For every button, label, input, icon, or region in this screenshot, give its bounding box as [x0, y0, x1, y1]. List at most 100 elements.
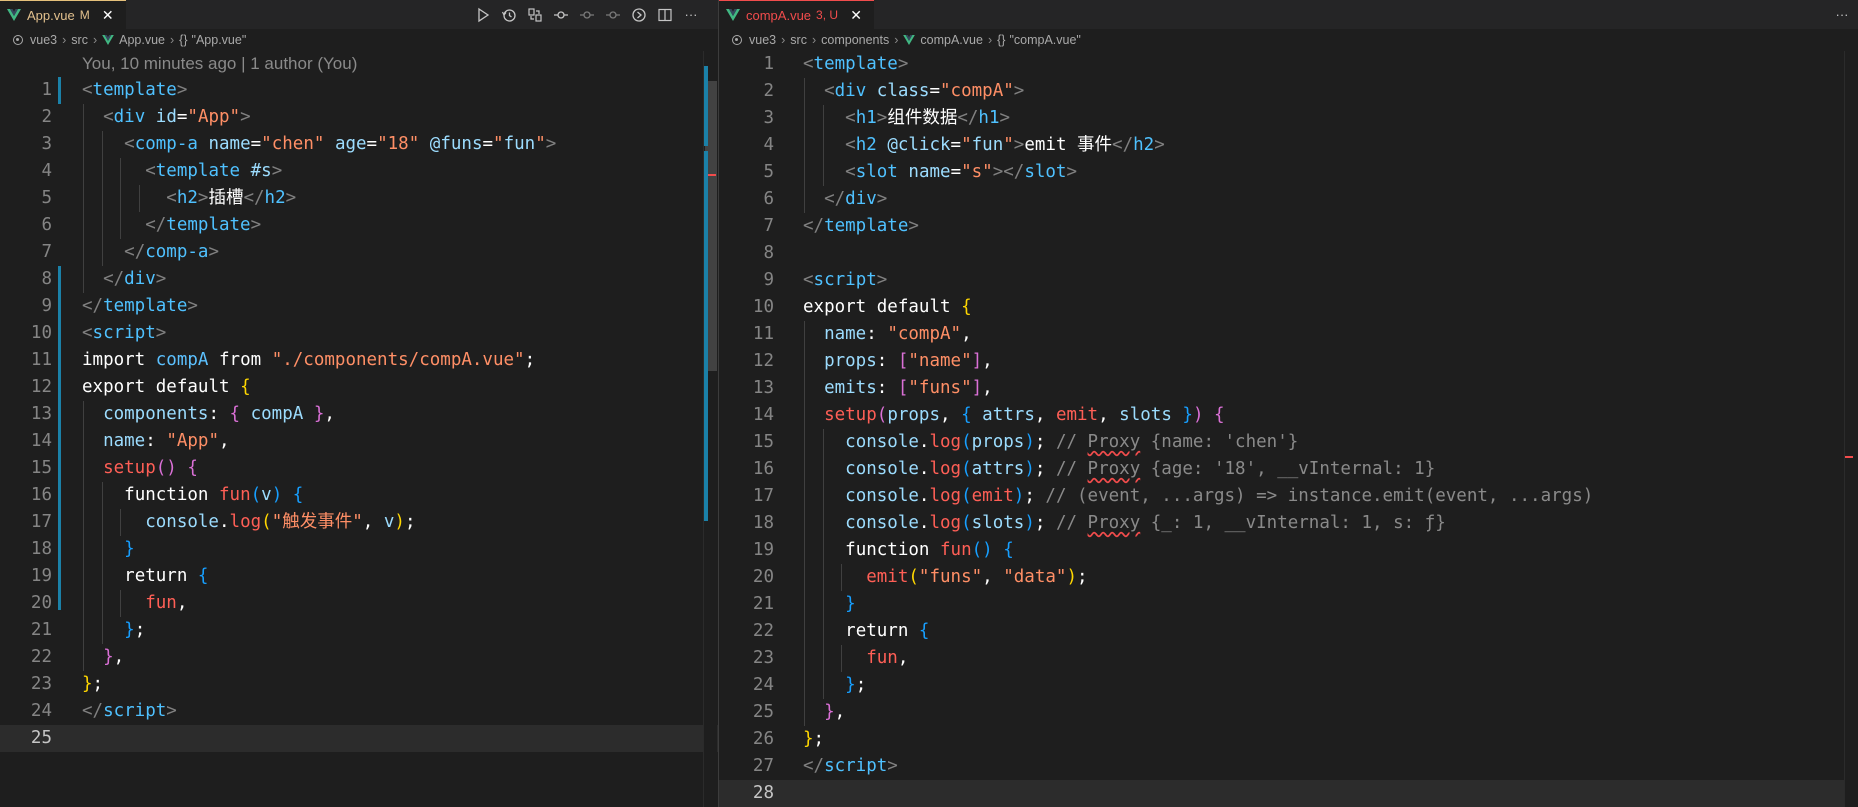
code-token: "18"	[377, 134, 420, 154]
code-line[interactable]: 27 </script>	[719, 753, 1858, 780]
code-token: }	[313, 404, 325, 424]
code-token: ]	[971, 378, 983, 398]
code-line[interactable]: 23 fun,	[719, 645, 1858, 672]
code-token: .	[218, 512, 230, 532]
code-line[interactable]: 15 setup() {	[0, 455, 718, 482]
code-line[interactable]: 7 </template>	[719, 213, 1858, 240]
breadcrumb-item[interactable]: compA.vue	[920, 33, 983, 47]
history-icon[interactable]	[496, 0, 522, 29]
indent-guide	[101, 482, 103, 509]
code-line[interactable]: 9 </template>	[0, 293, 718, 320]
code-token: attrs	[971, 459, 1025, 479]
close-icon[interactable]: ✕	[100, 7, 116, 24]
code-line[interactable]: 1 <template>	[719, 51, 1858, 78]
breadcrumb-item[interactable]: src	[790, 33, 807, 47]
code-line[interactable]: 26};	[719, 726, 1858, 753]
code-line[interactable]: 8 </div>	[0, 266, 718, 293]
line-number: 3	[763, 108, 774, 128]
code-line[interactable]: 14 setup(props, { attrs, emit, slots }) …	[719, 402, 1858, 429]
code-line[interactable]: 21 }	[719, 591, 1858, 618]
code-line[interactable]: 20 emit("funs", "data");	[719, 564, 1858, 591]
repo-icon	[732, 35, 742, 45]
code-line[interactable]: 11 name: "compA",	[719, 321, 1858, 348]
code-line[interactable]: 23};	[0, 671, 718, 698]
breadcrumb-item[interactable]: src	[71, 33, 88, 47]
code-line[interactable]: 16 function fun(v) {	[0, 482, 718, 509]
breadcrumb-item[interactable]: vue3	[30, 33, 57, 47]
code-line[interactable]: 2 <div id="App">	[0, 104, 718, 131]
code-line[interactable]: 8	[719, 240, 1858, 267]
code-token: ;	[1076, 567, 1088, 587]
code-line[interactable]: 3 <comp-a name="chen" age="18" @funs="fu…	[0, 131, 718, 158]
code-line[interactable]: 17 console.log("触发事件", v);	[0, 509, 718, 536]
code-line[interactable]: 24 };	[719, 672, 1858, 699]
code-token: id	[155, 107, 177, 127]
close-icon[interactable]: ✕	[848, 7, 864, 24]
scrollbar[interactable]	[1844, 51, 1858, 807]
code-token: <	[845, 108, 856, 128]
code-token: "触发事件"	[271, 512, 363, 532]
code-line[interactable]: 6 </template>	[0, 212, 718, 239]
breadcrumb-item[interactable]: vue3	[749, 33, 776, 47]
code-line[interactable]: 10 <script>	[0, 320, 718, 347]
code-line[interactable]: 17 console.log(emit); // (event, ...args…	[719, 483, 1858, 510]
next-change-icon[interactable]	[600, 0, 626, 29]
code-line[interactable]: 14 name: "App",	[0, 428, 718, 455]
code-line[interactable]: 20 fun,	[0, 590, 718, 617]
tab-app-vue[interactable]: App.vue M ✕	[0, 0, 126, 29]
compare-changes-icon[interactable]	[522, 0, 548, 29]
more-actions-icon[interactable]: ···	[678, 0, 704, 29]
git-blame-codelens[interactable]: You, 10 minutes ago | 1 author (You)	[82, 51, 357, 77]
code-token: >	[271, 161, 283, 181]
code-line[interactable]: 2 <div class="compA">	[719, 78, 1858, 105]
code-line[interactable]: 24 </script>	[0, 698, 718, 725]
code-line[interactable]: 13 emits: ["funs"],	[719, 375, 1858, 402]
code-line[interactable]: 4 <template #s>	[0, 158, 718, 185]
code-line[interactable]: 1 <template>	[0, 77, 718, 104]
split-editor-icon[interactable]	[652, 0, 678, 29]
scrollbar[interactable]	[703, 51, 717, 807]
code-line[interactable]: 22 return {	[719, 618, 1858, 645]
code-line[interactable]: 12 export default {	[0, 374, 718, 401]
tab-compa-vue[interactable]: compA.vue 3, U ✕	[719, 0, 875, 29]
run-icon[interactable]	[470, 0, 496, 29]
code-line[interactable]: 28	[719, 780, 1858, 807]
code-line[interactable]: 18 }	[0, 536, 718, 563]
indent-guide	[822, 483, 824, 510]
code-line[interactable]: 25	[0, 725, 718, 752]
code-line[interactable]: 22 },	[0, 644, 718, 671]
code-line[interactable]: 7 </comp-a>	[0, 239, 718, 266]
code-line[interactable]: 10 export default {	[719, 294, 1858, 321]
code-line[interactable]: 19 return {	[0, 563, 718, 590]
code-line[interactable]: 19 function fun() {	[719, 537, 1858, 564]
open-timeline-icon[interactable]	[626, 0, 652, 29]
indent-guide	[841, 564, 843, 591]
code-line[interactable]: 6 </div>	[719, 186, 1858, 213]
code-token: {	[961, 297, 972, 317]
code-line[interactable]: 16 console.log(attrs); // Proxy {age: '1…	[719, 456, 1858, 483]
breadcrumb-item[interactable]: "compA.vue"	[1009, 33, 1080, 47]
breadcrumb-item[interactable]: App.vue	[119, 33, 165, 47]
line-number: 25	[752, 702, 774, 722]
previous-change-icon[interactable]	[574, 0, 600, 29]
code-line[interactable]: 11 import compA from "./components/compA.…	[0, 347, 718, 374]
code-line[interactable]: 4 <h2 @click="fun">emit 事件</h2>	[719, 132, 1858, 159]
code-line[interactable]: 18 console.log(slots); // Proxy {_: 1, _…	[719, 510, 1858, 537]
code-line[interactable]: 12 props: ["name"],	[719, 348, 1858, 375]
code-line[interactable]: 25 },	[719, 699, 1858, 726]
breadcrumb-item[interactable]: components	[821, 33, 889, 47]
indent-guide	[120, 158, 122, 185]
code-line[interactable]: 5 <h2>插槽</h2>	[0, 185, 718, 212]
breadcrumb: vue3 › src › App.vue › {} "App.vue"	[0, 29, 718, 51]
breadcrumb-item[interactable]: "App.vue"	[192, 33, 247, 47]
code-line[interactable]: 5 <slot name="s"></slot>	[719, 159, 1858, 186]
code-line[interactable]: 3 <h1>组件数据</h1>	[719, 105, 1858, 132]
code-line[interactable]: 9 <script>	[719, 267, 1858, 294]
git-commit-icon[interactable]	[548, 0, 574, 29]
more-actions-icon[interactable]: ···	[1829, 0, 1855, 29]
code-line[interactable]: 13 components: { compA },	[0, 401, 718, 428]
code-line[interactable]: 21 };	[0, 617, 718, 644]
code-line[interactable]: 15 console.log(props); // Proxy {name: '…	[719, 429, 1858, 456]
